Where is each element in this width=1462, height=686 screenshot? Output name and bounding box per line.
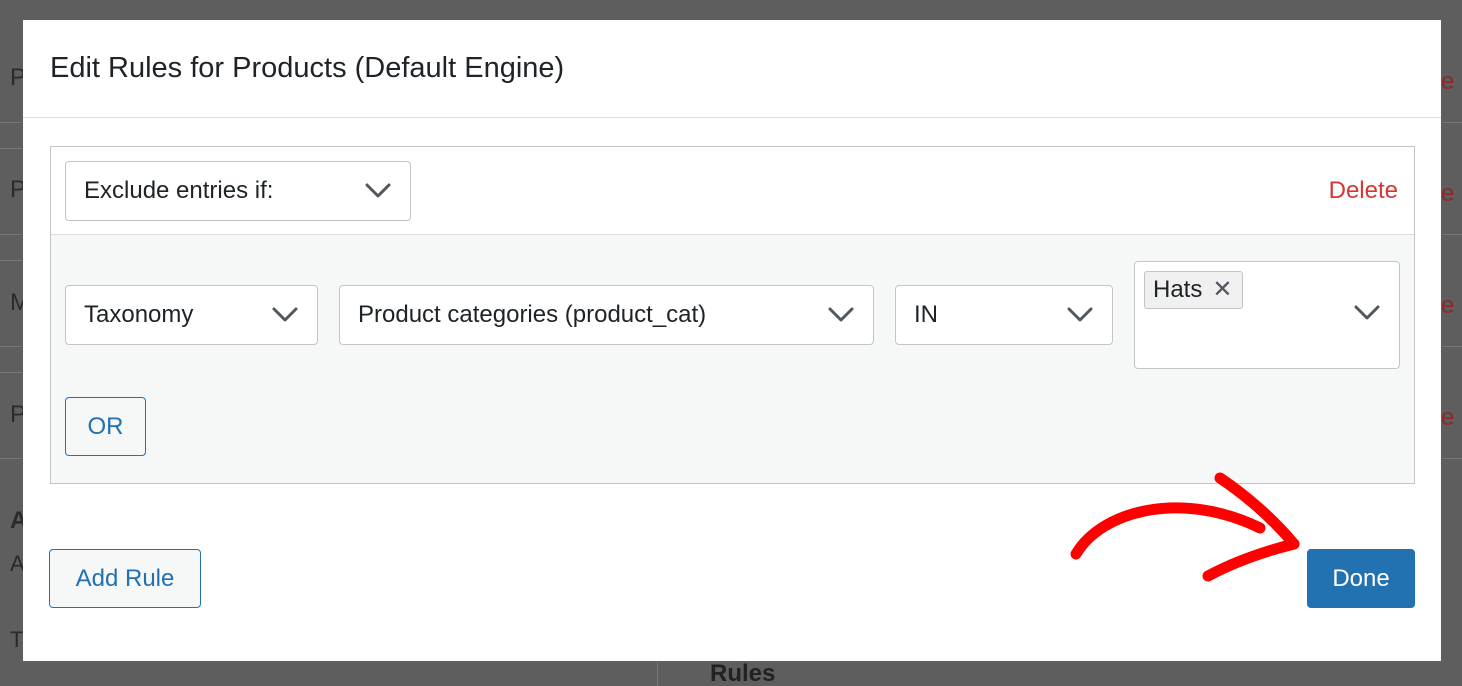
bg-divider [0,346,24,347]
bg-text-fragment: e [1441,180,1455,207]
taxonomy-select[interactable]: Product categories (product_cat) [339,285,874,345]
rule-header: Exclude entries if: Delete [51,147,1414,235]
bg-text-fragment: e [1441,292,1455,319]
terms-multiselect[interactable]: Hats ✕ [1134,261,1400,369]
chevron-down-icon [1354,305,1380,320]
bg-divider [1440,458,1462,459]
chevron-down-icon [272,307,298,322]
or-button[interactable]: OR [65,397,146,456]
bg-divider [1440,234,1462,235]
rule-mode-value: Exclude entries if: [84,177,274,204]
chevron-down-icon [828,307,854,322]
taxonomy-value: Product categories (product_cat) [358,301,707,328]
bg-divider [0,372,24,373]
bg-divider [1440,346,1462,347]
rule-group: Exclude entries if: Delete Taxonomy Prod… [50,146,1415,484]
bg-rules-heading: Rules [710,660,776,686]
red-arrow-icon [1070,472,1300,582]
bg-text-fragment: e [1441,404,1455,431]
bg-text-fragment: e [1441,68,1455,95]
bg-divider [1440,122,1462,123]
bg-divider [0,122,24,123]
condition-type-select[interactable]: Taxonomy [65,285,318,345]
chevron-down-icon [1067,307,1093,322]
term-tag-hats: Hats ✕ [1144,271,1244,309]
rule-conditions: Taxonomy Product categories (product_cat… [51,235,1414,483]
modal-header: Edit Rules for Products (Default Engine) [23,20,1441,118]
bg-divider [0,148,24,149]
bg-divider [657,662,658,686]
bg-divider [0,260,24,261]
delete-rule-link[interactable]: Delete [1329,177,1398,205]
done-button[interactable]: Done [1307,549,1415,608]
close-icon[interactable]: ✕ [1212,278,1232,302]
condition-type-value: Taxonomy [84,301,194,328]
bg-divider [0,234,24,235]
rule-mode-select[interactable]: Exclude entries if: [65,161,411,221]
add-rule-button[interactable]: Add Rule [49,549,201,608]
bg-divider [0,458,24,459]
operator-value: IN [914,301,938,328]
operator-select[interactable]: IN [895,285,1113,345]
term-tag-label: Hats [1153,276,1203,303]
modal-title: Edit Rules for Products (Default Engine) [50,52,565,84]
bg-text-fragment: T [10,627,24,652]
chevron-down-icon [365,183,391,198]
